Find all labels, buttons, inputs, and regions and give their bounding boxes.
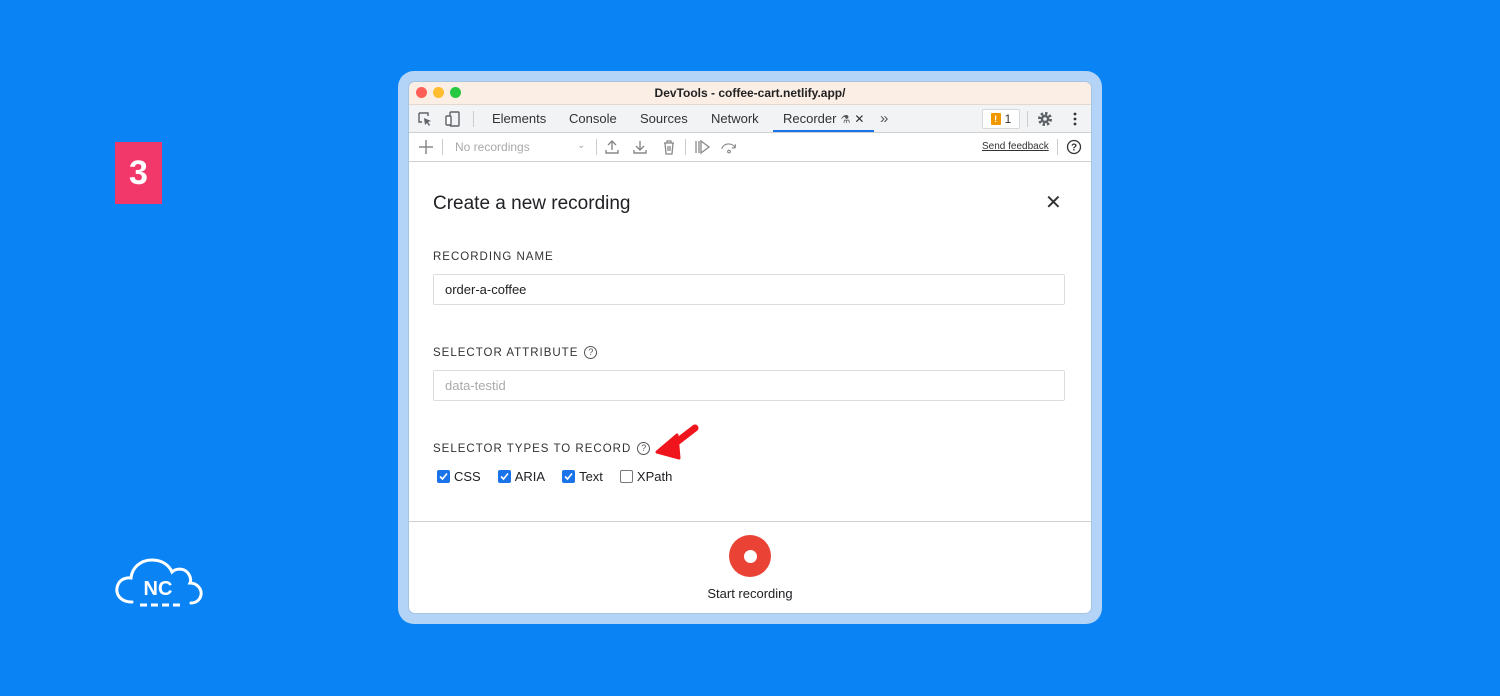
- issue-flag-icon: !: [990, 113, 1001, 125]
- step-number-badge: 3: [115, 142, 162, 204]
- selector-type-xpath[interactable]: XPath: [619, 469, 672, 484]
- start-recording-label: Start recording: [707, 586, 793, 601]
- help-icon[interactable]: ?: [1065, 138, 1083, 156]
- selector-attribute-label: SELECTOR ATTRIBUTE?: [433, 346, 598, 359]
- checkbox-checked-icon[interactable]: [437, 470, 450, 483]
- selector-types-label: SELECTOR TYPES TO RECORD?: [433, 442, 651, 455]
- chevron-down-icon: ⌄: [577, 140, 586, 151]
- more-options-icon[interactable]: [1066, 110, 1084, 128]
- selector-type-aria[interactable]: ARIA: [497, 469, 545, 484]
- send-feedback-link[interactable]: Send feedback: [982, 141, 1049, 152]
- replay-icon[interactable]: [693, 138, 711, 156]
- checkbox-checked-icon[interactable]: [497, 470, 511, 483]
- toolbar-divider: [442, 139, 443, 155]
- recordings-select[interactable]: No recordings: [455, 140, 530, 154]
- recording-name-label: RECORDING NAME: [433, 251, 554, 263]
- selector-type-text[interactable]: Text: [562, 469, 603, 484]
- red-arrow-annotation-icon: [655, 424, 699, 460]
- recorder-toolbar: No recordings ⌄ Send feedback ?: [409, 133, 1091, 162]
- checkbox-checked-icon[interactable]: [562, 470, 576, 483]
- svg-text:?: ?: [1071, 143, 1077, 154]
- tabbar-divider: [473, 111, 474, 127]
- device-toolbar-icon[interactable]: [444, 110, 462, 128]
- toolbar-divider: [685, 139, 686, 155]
- issues-counter[interactable]: ! 1: [982, 109, 1020, 129]
- export-icon[interactable]: [603, 138, 621, 156]
- step-over-icon[interactable]: [720, 138, 738, 156]
- selector-attribute-input[interactable]: [433, 370, 1065, 401]
- nc-cloud-logo: NC: [115, 558, 203, 607]
- issues-count: 1: [1004, 112, 1012, 126]
- help-icon[interactable]: ?: [584, 346, 598, 359]
- window-title: DevTools - coffee-cart.netlify.app/: [654, 86, 846, 100]
- tab-recorder-label: Recorder: [783, 111, 837, 126]
- tabbar-divider: [1027, 111, 1028, 127]
- tab-elements[interactable]: Elements: [492, 105, 546, 132]
- recording-name-input[interactable]: [433, 274, 1065, 305]
- record-icon: [743, 549, 757, 563]
- recording-footer: Start recording: [409, 521, 1091, 613]
- more-tabs-icon[interactable]: »: [880, 105, 888, 132]
- logo-text: NC: [144, 578, 173, 600]
- close-icon[interactable]: ✕: [1045, 190, 1062, 215]
- devtools-window: DevTools - coffee-cart.netlify.app/ Elem…: [409, 82, 1091, 613]
- experiment-flask-icon: ⚗: [840, 114, 851, 126]
- checkbox-unchecked-icon[interactable]: [619, 470, 633, 483]
- import-icon[interactable]: [631, 138, 649, 156]
- title-bar: DevTools - coffee-cart.netlify.app/: [409, 82, 1091, 105]
- add-recording-icon[interactable]: [417, 138, 435, 156]
- page-title: Create a new recording: [433, 193, 631, 214]
- create-recording-panel: Create a new recording ✕ RECORDING NAME …: [409, 162, 1091, 522]
- start-recording-button[interactable]: [729, 535, 771, 577]
- close-tab-icon[interactable]: ✕: [854, 112, 864, 126]
- toolbar-divider: [596, 139, 597, 155]
- tab-network[interactable]: Network: [711, 105, 759, 132]
- delete-icon[interactable]: [660, 138, 678, 156]
- toolbar-divider: [1057, 139, 1058, 155]
- selector-types-group: CSS ARIA Text XPath: [437, 469, 672, 484]
- inspect-element-icon[interactable]: [416, 110, 434, 128]
- gear-icon[interactable]: [1036, 110, 1054, 128]
- tab-recorder[interactable]: Recorder ⚗ ✕: [773, 105, 875, 132]
- tab-console[interactable]: Console: [569, 105, 617, 132]
- tab-sources[interactable]: Sources: [640, 105, 688, 132]
- devtools-tabbar: Elements Console Sources Network Recorde…: [409, 105, 1091, 133]
- selector-type-css[interactable]: CSS: [437, 469, 481, 484]
- help-icon[interactable]: ?: [637, 442, 651, 455]
